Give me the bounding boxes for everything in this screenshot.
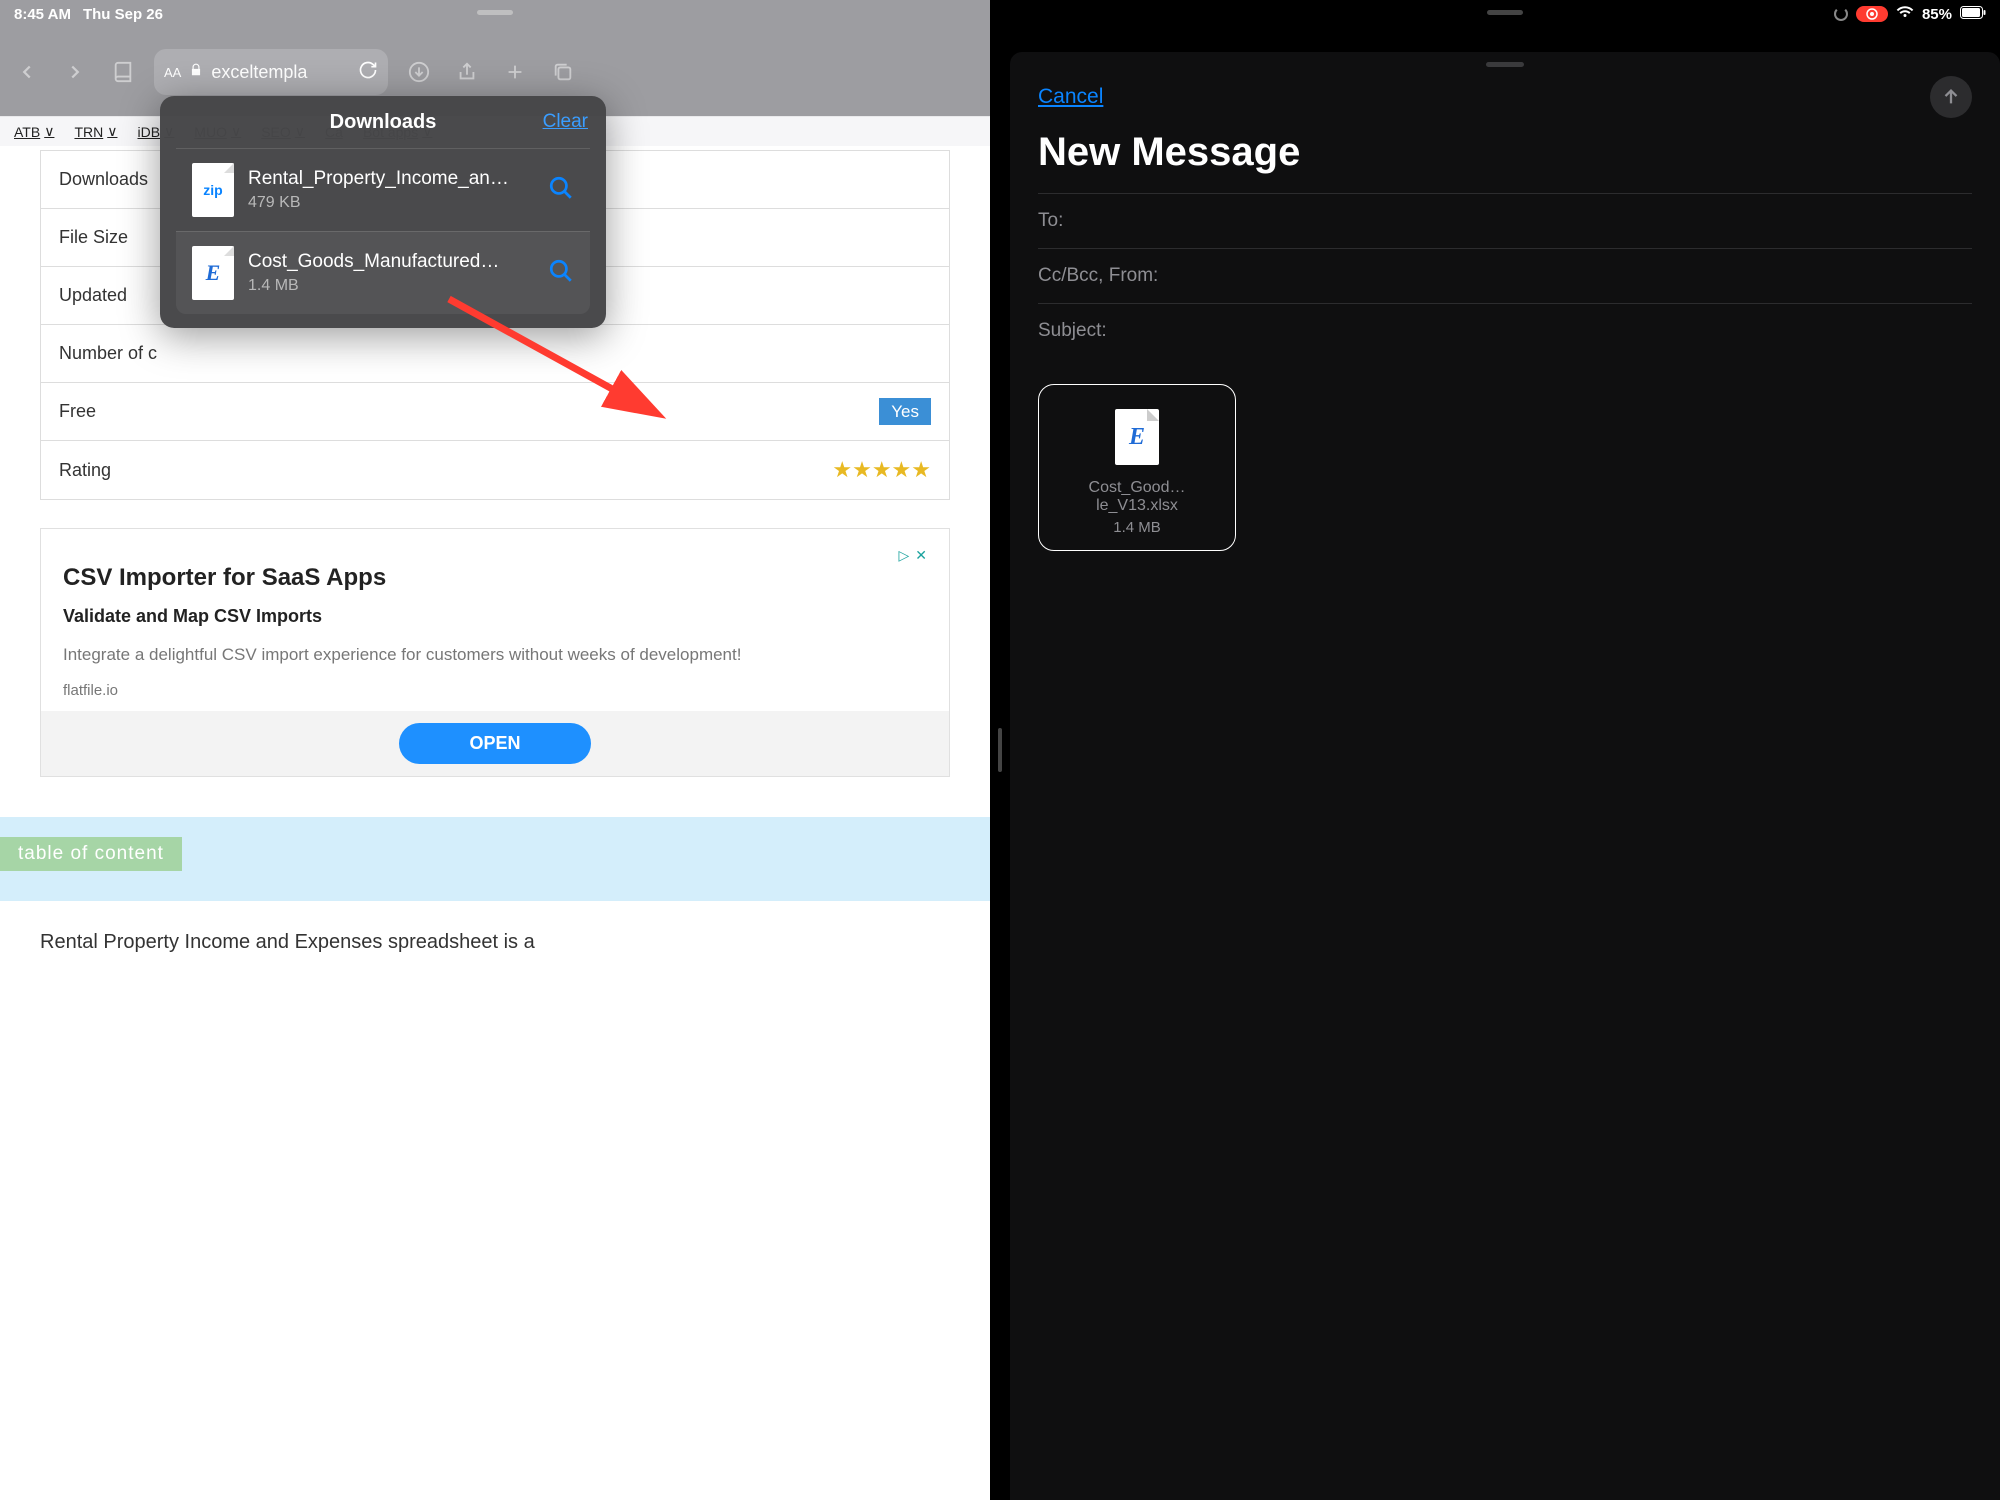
close-ad-icon[interactable]: ✕	[915, 547, 927, 564]
multitask-grabber[interactable]	[477, 10, 513, 15]
bookmark-item[interactable]: ATB∨	[14, 123, 54, 140]
article-text: Rental Property Income and Expenses spre…	[0, 901, 990, 984]
download-size: 479 KB	[248, 194, 534, 212]
cancel-button[interactable]: Cancel	[1038, 85, 1103, 109]
screen-recording-indicator[interactable]	[1856, 6, 1888, 22]
row-label: Number of c	[59, 343, 157, 364]
urlbar[interactable]: AA exceltempla	[154, 49, 388, 95]
divider-handle[interactable]	[998, 728, 1002, 772]
safari-pane: 8:45 AM Thu Sep 26 AA exceltempla ATB∨ T…	[0, 0, 990, 1500]
attachment-name: Cost_Good…le_V13.xlsx	[1051, 479, 1223, 515]
row-label: Free	[59, 401, 96, 422]
send-button[interactable]	[1930, 76, 1972, 118]
text-size-icon[interactable]: AA	[164, 65, 181, 80]
lock-icon	[189, 63, 203, 82]
subject-field[interactable]: Subject:	[1038, 303, 1972, 358]
download-size: 1.4 MB	[248, 277, 534, 295]
compose-title: New Message	[1010, 126, 2000, 193]
excel-file-icon: E	[1115, 409, 1159, 465]
forward-button[interactable]	[58, 55, 92, 89]
yes-badge: Yes	[879, 398, 931, 425]
table-row: Number of c	[41, 325, 949, 383]
row-label: File Size	[59, 227, 128, 248]
row-label: Downloads	[59, 169, 148, 190]
reveal-in-files-icon[interactable]	[548, 175, 574, 206]
row-label: Rating	[59, 460, 111, 481]
battery-pct: 85%	[1922, 6, 1952, 23]
download-item[interactable]: E Cost_Goods_Manufactured… 1.4 MB	[176, 231, 590, 314]
new-tab-button[interactable]	[498, 55, 532, 89]
rating-stars: ★★★★★	[832, 457, 931, 483]
zip-file-icon: zip	[192, 163, 234, 217]
attachment[interactable]: E Cost_Good…le_V13.xlsx 1.4 MB	[1038, 384, 1236, 551]
multitask-grabber[interactable]	[1487, 10, 1523, 15]
sheet-grabber[interactable]	[1486, 62, 1524, 67]
chevron-down-icon: ∨	[107, 123, 117, 140]
mail-pane: 85% Cancel New Message To: Cc/Bcc, From:…	[1010, 0, 2000, 1500]
attachment-size: 1.4 MB	[1051, 519, 1223, 536]
status-date: Thu Sep 26	[83, 6, 163, 23]
ad-open-button[interactable]: OPEN	[399, 723, 590, 764]
row-label: Updated	[59, 285, 127, 306]
downloads-popover: Downloads Clear zip Rental_Property_Inco…	[160, 96, 606, 328]
ad-title: CSV Importer for SaaS Apps	[63, 564, 927, 592]
ad-source: flatfile.io	[63, 682, 927, 699]
reveal-in-files-icon[interactable]	[548, 258, 574, 289]
status-time: 8:45 AM	[14, 6, 71, 23]
download-item[interactable]: zip Rental_Property_Income_an… 479 KB	[176, 148, 590, 231]
ad-subtitle: Validate and Map CSV Imports	[63, 606, 927, 627]
ad-box: ▷ ✕ CSV Importer for SaaS Apps Validate a…	[40, 528, 950, 777]
adchoices-icon[interactable]: ▷	[898, 547, 909, 564]
wifi-icon	[1896, 5, 1914, 23]
url-text: exceltempla	[211, 62, 350, 83]
table-row: Rating ★★★★★	[41, 441, 949, 499]
loading-icon	[1834, 7, 1848, 21]
bookmark-item[interactable]: TRN∨	[74, 123, 117, 140]
toc-strip: table of content	[0, 817, 990, 901]
toc-button[interactable]: table of content	[0, 837, 182, 871]
downloads-button[interactable]	[402, 55, 436, 89]
downloads-title: Downloads Clear	[160, 96, 606, 148]
reader-button[interactable]	[106, 55, 140, 89]
message-body[interactable]: E Cost_Good…le_V13.xlsx 1.4 MB	[1010, 358, 2000, 577]
reload-icon[interactable]	[358, 60, 378, 85]
chevron-down-icon: ∨	[44, 123, 54, 140]
battery-icon	[1960, 6, 1986, 23]
download-name: Cost_Goods_Manufactured…	[248, 251, 534, 273]
tabs-button[interactable]	[546, 55, 580, 89]
to-field[interactable]: To:	[1038, 193, 1972, 248]
back-button[interactable]	[10, 55, 44, 89]
ccbcc-field[interactable]: Cc/Bcc, From:	[1038, 248, 1972, 303]
share-button[interactable]	[450, 55, 484, 89]
ad-body: Integrate a delightful CSV import experi…	[63, 643, 927, 668]
clear-button[interactable]: Clear	[543, 111, 588, 133]
page-content[interactable]: Downloads File Size Updated Number of c …	[0, 146, 990, 1500]
split-view-divider[interactable]	[990, 0, 1010, 1500]
excel-file-icon: E	[192, 246, 234, 300]
table-row: Free Yes	[41, 383, 949, 441]
download-name: Rental_Property_Income_an…	[248, 168, 534, 190]
compose-sheet: Cancel New Message To: Cc/Bcc, From: Sub…	[1010, 52, 2000, 1500]
